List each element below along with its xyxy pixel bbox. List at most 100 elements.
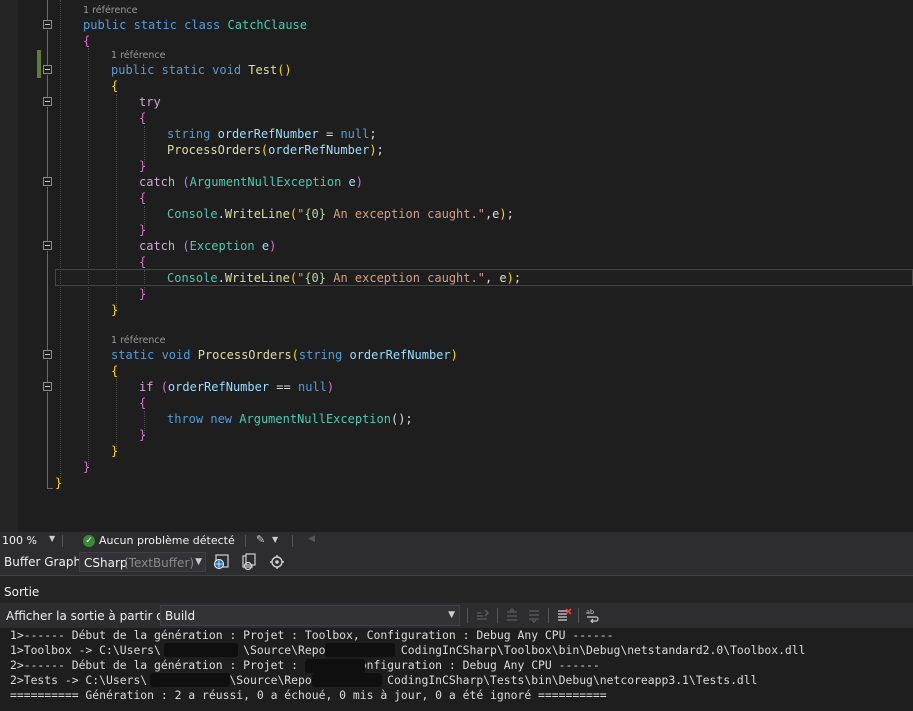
code-token: {0}: [304, 271, 326, 285]
code-token: ArgumentNullException: [189, 175, 342, 189]
buffer-graph-value-detail: (TextBuffer): [124, 556, 195, 570]
code-line[interactable]: public static class CatchClause: [83, 17, 307, 33]
collapse-catch1-icon[interactable]: [43, 177, 52, 186]
fold-line: [47, 251, 48, 350]
code-token: Console: [167, 271, 218, 285]
collapse-try-icon[interactable]: [43, 97, 52, 106]
code-line[interactable]: string orderRefNumber = null;: [167, 126, 377, 142]
redaction-mark: [164, 643, 238, 657]
output-text-area[interactable]: 1>------ Début de la génération : Projet…: [0, 628, 913, 711]
find-message-icon[interactable]: [474, 607, 490, 623]
separator: [578, 608, 579, 623]
code-token: Exception: [189, 239, 255, 253]
code-token: CatchClause: [227, 18, 307, 32]
graph-copy-icon[interactable]: [240, 553, 258, 571]
output-source-value: Build: [165, 609, 196, 623]
code-line[interactable]: catch (ArgumentNullException e): [139, 174, 363, 190]
code-line[interactable]: catch (Exception e): [139, 238, 276, 254]
word-wrap-icon[interactable]: ab: [585, 607, 601, 623]
code-line[interactable]: ProcessOrders(orderRefNumber);: [167, 142, 384, 158]
brace: {: [83, 34, 91, 48]
previous-message-icon[interactable]: [504, 607, 520, 623]
code-line[interactable]: static void ProcessOrders(string orderRe…: [111, 347, 458, 363]
code-line[interactable]: }: [139, 286, 146, 302]
indent-guide: [88, 48, 89, 468]
change-tracking-bar: [37, 50, 41, 78]
code-line[interactable]: }: [139, 427, 146, 443]
fold-line: [47, 0, 48, 20]
buffer-graph-value: CSharp: [84, 556, 128, 570]
output-line: ========== Génération : 2 a réussi, 0 a …: [10, 688, 607, 702]
issues-status[interactable]: Aucun problème détecté: [99, 534, 235, 547]
code-line[interactable]: }: [111, 443, 118, 459]
chevron-down-icon: ▼: [448, 610, 455, 620]
codelens-references[interactable]: 1 référence: [111, 335, 165, 347]
code-line[interactable]: {: [111, 363, 118, 379]
separator: [548, 608, 549, 623]
code-token: public static class: [83, 18, 221, 32]
code-token: catch: [139, 175, 176, 189]
collapse-test-method-icon[interactable]: [43, 65, 52, 74]
brace: {: [139, 191, 147, 205]
output-panel-header: Sortie: [0, 575, 913, 603]
zoom-dropdown-icon[interactable]: ▼: [49, 534, 55, 543]
code-line[interactable]: {: [139, 190, 146, 206]
code-token: try: [139, 95, 161, 109]
code-line[interactable]: if (orderRefNumber == null): [139, 379, 334, 395]
code-line[interactable]: {: [139, 254, 146, 270]
code-line[interactable]: }: [111, 302, 118, 318]
code-line[interactable]: }: [139, 222, 146, 238]
code-line[interactable]: }: [139, 158, 146, 174]
code-line[interactable]: Console.WriteLine("{0} An exception caug…: [167, 206, 514, 222]
scroll-left-icon[interactable]: ◀: [308, 534, 315, 544]
collapse-catch2-icon[interactable]: [43, 241, 52, 250]
redaction-mark: [150, 673, 230, 687]
code-token: static void: [111, 348, 191, 362]
code-line[interactable]: }: [55, 475, 62, 491]
code-token: ==: [269, 380, 298, 394]
code-line[interactable]: {: [83, 33, 90, 49]
code-token: orderRefNumber: [217, 127, 319, 141]
code-token: orderRefNumber: [167, 380, 270, 394]
codelens-references[interactable]: 1 référence: [111, 50, 165, 62]
buffer-graph-label: Buffer Graph:: [4, 555, 86, 569]
collapse-class-icon[interactable]: [43, 20, 52, 29]
fold-line: [47, 392, 48, 488]
separator: [467, 608, 468, 623]
code-token: e: [348, 175, 356, 189]
graph-window-icon[interactable]: [212, 553, 230, 571]
separator: [497, 608, 498, 623]
brace: {: [139, 111, 147, 125]
code-token: catch: [139, 239, 176, 253]
collapse-processorders-icon[interactable]: [43, 350, 52, 359]
code-token: =: [318, 127, 341, 141]
code-token: ;: [369, 127, 377, 141]
code-token: ProcessOrders: [197, 348, 292, 362]
code-cleanup-brush-icon[interactable]: ✎: [256, 533, 265, 546]
code-line[interactable]: try: [139, 94, 161, 110]
code-line[interactable]: Console.WriteLine("{0} An exception caug…: [167, 270, 521, 286]
chevron-down-icon[interactable]: ▼: [272, 535, 278, 544]
next-message-icon[interactable]: [526, 607, 542, 623]
indent-guide: [60, 0, 61, 480]
zoom-level[interactable]: 100 %: [2, 534, 37, 547]
code-line[interactable]: {: [111, 78, 118, 94]
collapse-if-icon[interactable]: [43, 382, 52, 391]
indent-guide: [116, 379, 117, 451]
code-line[interactable]: }: [83, 459, 90, 475]
graph-settings-icon[interactable]: [268, 553, 286, 571]
code-line[interactable]: throw new ArgumentNullException();: [167, 411, 413, 427]
output-line: 1>------ Début de la génération : Projet…: [10, 628, 614, 642]
buffer-graph-select[interactable]: CSharp (TextBuffer) ▼: [79, 552, 206, 572]
output-source-select[interactable]: Build ▼: [160, 605, 460, 626]
code-line[interactable]: {: [139, 110, 146, 126]
codelens-references[interactable]: 1 référence: [83, 5, 137, 17]
fold-line: [47, 107, 48, 177]
code-line[interactable]: public static void Test(): [111, 62, 292, 78]
clear-all-icon[interactable]: [556, 607, 572, 623]
code-token: ();: [390, 412, 413, 426]
code-token: ArgumentNullException: [239, 412, 391, 426]
code-line[interactable]: {: [139, 395, 146, 411]
code-token: string: [298, 348, 343, 362]
code-editor[interactable]: 1 référence 1 référence 1 référence publ…: [0, 0, 913, 532]
